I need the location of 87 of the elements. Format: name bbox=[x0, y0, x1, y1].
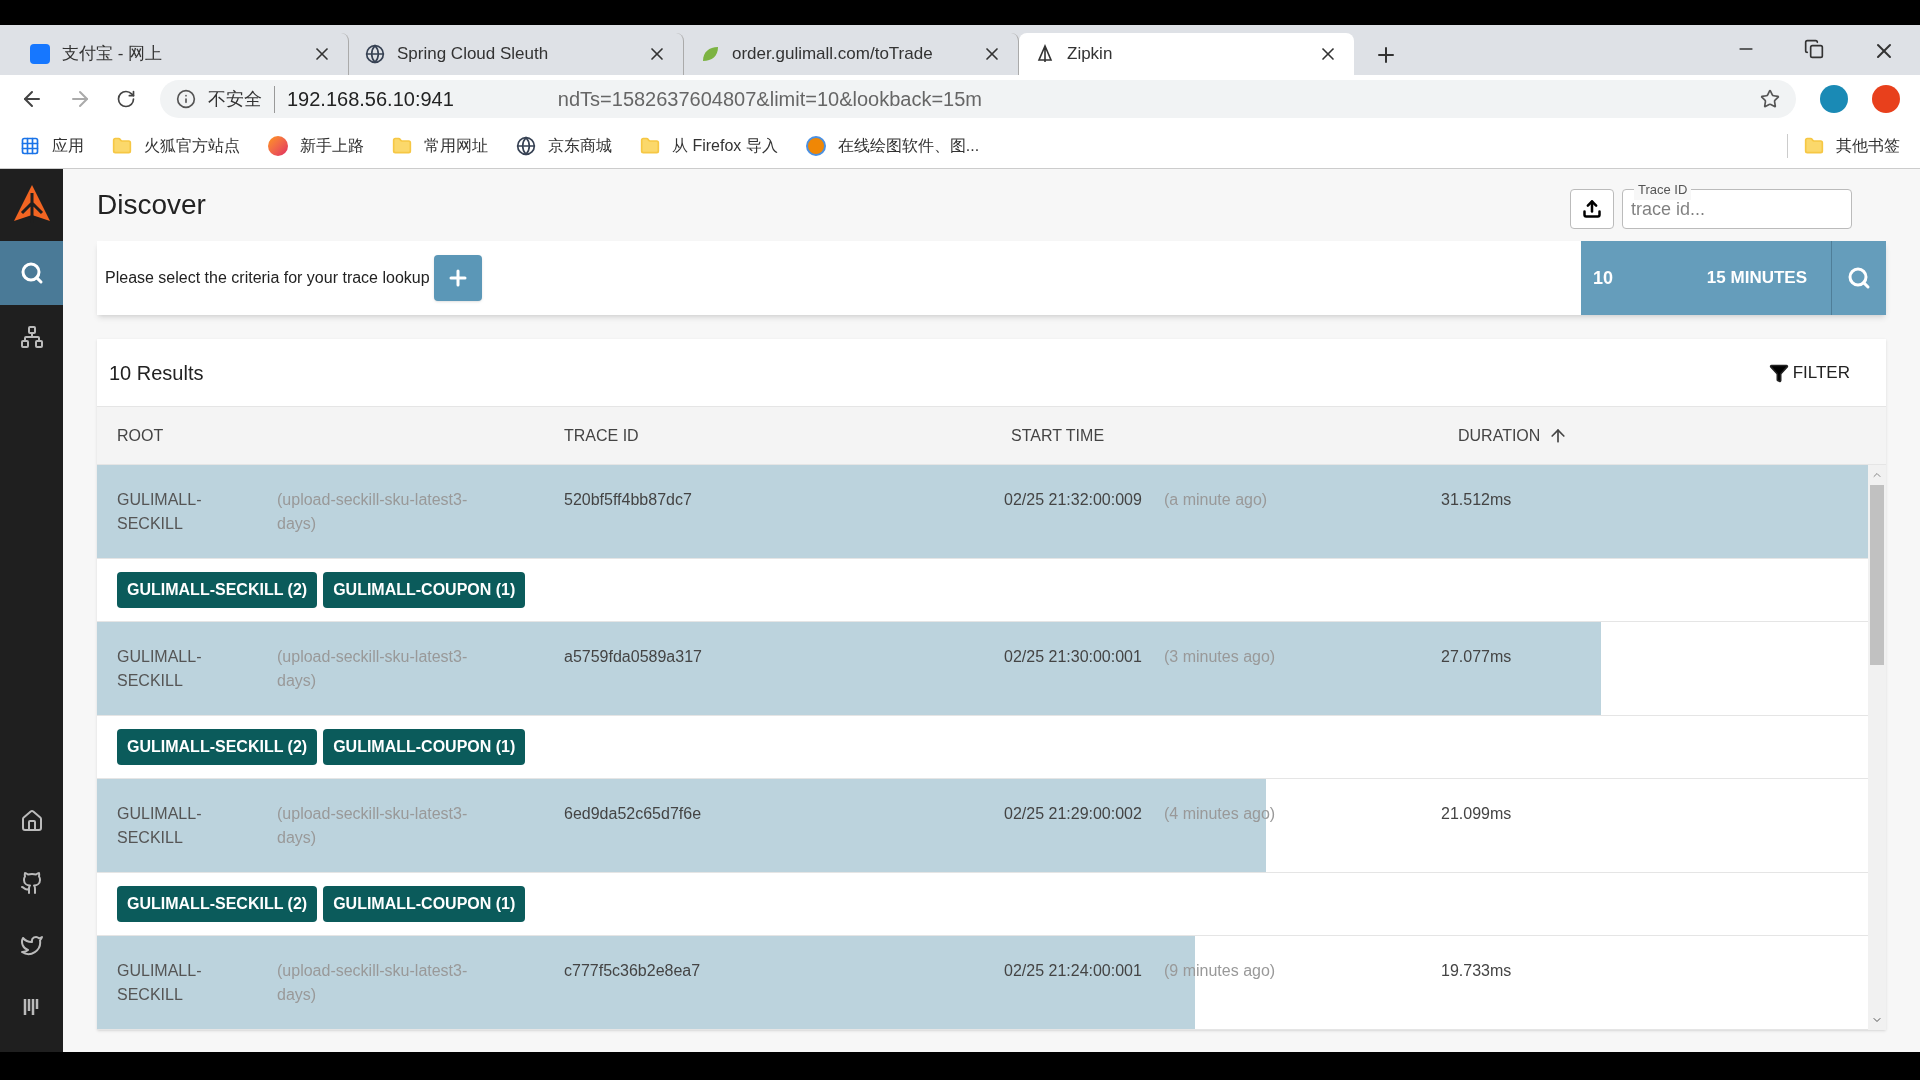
scroll-thumb[interactable] bbox=[1870, 485, 1884, 665]
duration-text: 21.099ms bbox=[1441, 803, 1513, 824]
duration-text: 27.077ms bbox=[1441, 646, 1513, 667]
service-tag[interactable]: GULIMALL-SECKILL (2) bbox=[117, 572, 318, 608]
folder-icon bbox=[1804, 135, 1824, 156]
page-title: Discover bbox=[97, 188, 206, 222]
other-bookmarks[interactable]: 其他书签 bbox=[1787, 133, 1900, 158]
browser-logo-icon bbox=[268, 135, 288, 156]
reload-icon[interactable] bbox=[116, 89, 136, 109]
span-name: (upload-seckill-sku-latest3-days) bbox=[277, 646, 469, 691]
twitter-icon bbox=[19, 933, 44, 957]
tab-title: Zipkin bbox=[1067, 43, 1114, 66]
criteria-text: Please select the criteria for your trace lookup bbox=[105, 268, 430, 288]
diagram-logo-icon bbox=[805, 135, 826, 156]
duration-text: 19.733ms bbox=[1441, 960, 1513, 981]
bookmark-star-icon[interactable] bbox=[1760, 89, 1780, 109]
service-tag[interactable]: GULIMALL-COUPON (1) bbox=[323, 886, 526, 922]
wallet-icon bbox=[30, 44, 50, 64]
bookmark-item[interactable]: 常用网址 bbox=[392, 133, 488, 158]
tab-title: Spring Cloud Sleuth bbox=[397, 43, 550, 66]
info-icon bbox=[176, 89, 196, 109]
url-text: 192.168.56.10:941 bbox=[287, 87, 454, 112]
bookmark-item[interactable]: 从 Firefox 导入 bbox=[640, 133, 778, 158]
extension-icon[interactable] bbox=[1872, 85, 1900, 113]
service-tag[interactable]: GULIMALL-COUPON (1) bbox=[323, 572, 526, 608]
home-icon bbox=[19, 809, 44, 833]
bookmark-item[interactable]: 应用 bbox=[20, 133, 84, 158]
browser-tab[interactable]: Zipkin bbox=[1019, 33, 1354, 75]
trace-id-text: 6ed9da52c65d7f6e bbox=[564, 803, 703, 824]
filter-button[interactable]: FILTER bbox=[1768, 359, 1850, 386]
service-name: GULIMALL-SECKILL bbox=[117, 646, 203, 691]
bookmark-item[interactable]: 京东商城 bbox=[516, 133, 612, 158]
trace-id-text: a5759fda0589a317 bbox=[564, 646, 703, 667]
upload-button[interactable] bbox=[1570, 189, 1614, 229]
duration-text: 31.512ms bbox=[1441, 489, 1513, 510]
column-header[interactable]: TRACE ID bbox=[564, 423, 639, 448]
trace-id-text: 520bf5ff4bb87dc7 bbox=[564, 489, 693, 510]
service-name: GULIMALL-SECKILL bbox=[117, 960, 203, 1005]
address-bar[interactable]: 不安全 192.168.56.10:941 ndTs=1582637604807&limit=10&lookback=15m bbox=[160, 80, 1796, 118]
span-name: (upload-seckill-sku-latest3-days) bbox=[277, 803, 469, 848]
dependencies-icon bbox=[19, 325, 44, 349]
results-count: 10 Results bbox=[109, 360, 204, 386]
span-name: (upload-seckill-sku-latest3-days) bbox=[277, 960, 469, 1005]
trace-row[interactable]: GULIMALL-SECKILL (upload-seckill-sku-latest3-days) a5759fda0589a317 02/25 21:30:00:001 (3 minutes ago) 27.077ms bbox=[97, 622, 1868, 716]
span-name: (upload-seckill-sku-latest3-days) bbox=[277, 489, 469, 534]
bookmark-item[interactable]: 在线绘图软件、图... bbox=[805, 133, 980, 158]
globe-icon bbox=[365, 44, 385, 64]
upload-icon bbox=[1582, 199, 1602, 219]
search-icon bbox=[19, 261, 44, 285]
folder-icon bbox=[640, 135, 660, 156]
folder-icon bbox=[392, 135, 412, 156]
tab-title: order.gulimall.com/toTrade bbox=[732, 43, 934, 66]
column-header[interactable]: ROOT bbox=[117, 423, 164, 448]
folder-icon bbox=[112, 135, 132, 156]
service-name: GULIMALL-SECKILL bbox=[117, 803, 203, 848]
add-criteria-button[interactable] bbox=[433, 255, 482, 301]
restore-icon[interactable] bbox=[1804, 39, 1824, 59]
github-icon bbox=[19, 871, 44, 895]
bookmark-item[interactable]: 火狐官方站点 bbox=[112, 133, 240, 158]
globe-icon bbox=[516, 135, 536, 156]
trace-id-text: c777f5c36b2e8ea7 bbox=[564, 960, 702, 981]
service-tag[interactable]: GULIMALL-COUPON (1) bbox=[323, 729, 526, 765]
service-name: GULIMALL-SECKILL bbox=[117, 489, 203, 534]
service-tag[interactable]: GULIMALL-SECKILL (2) bbox=[117, 729, 318, 765]
security-label: 不安全 bbox=[208, 85, 275, 113]
leaf-icon bbox=[700, 44, 720, 64]
scrollbar[interactable] bbox=[1868, 465, 1886, 1030]
apps-icon bbox=[20, 135, 40, 156]
pin-icon bbox=[1035, 44, 1055, 64]
start-time: 02/25 21:30:00:001 bbox=[1003, 646, 1143, 667]
search-button[interactable] bbox=[1831, 241, 1886, 315]
service-tag[interactable]: GULIMALL-SECKILL (2) bbox=[117, 886, 318, 922]
search-icon bbox=[1847, 266, 1871, 290]
start-time: 02/25 21:24:00:001 bbox=[1003, 960, 1143, 981]
start-time: 02/25 21:29:00:002 bbox=[1003, 803, 1143, 824]
column-header[interactable]: DURATION bbox=[1458, 423, 1541, 448]
tab-title: 支付宝 - 网上 bbox=[62, 43, 164, 66]
nav-item[interactable] bbox=[0, 241, 63, 305]
filter-icon bbox=[1768, 362, 1789, 383]
column-header[interactable]: START TIME bbox=[1011, 423, 1105, 448]
start-time: 02/25 21:32:00:009 bbox=[1003, 489, 1143, 510]
trace-row[interactable]: GULIMALL-SECKILL (upload-seckill-sku-latest3-days) 520bf5ff4bb87dc7 02/25 21:32:00:009 (a minute ago) 31.512ms bbox=[97, 465, 1868, 559]
url-text: ndTs=1582637604807&limit=10&lookback=15m bbox=[557, 87, 983, 112]
bookmark-item[interactable]: 新手上路 bbox=[268, 133, 364, 158]
relative-time: (a minute ago) bbox=[1164, 489, 1269, 510]
relative-time: (3 minutes ago) bbox=[1164, 646, 1277, 667]
extension-icon[interactable] bbox=[1820, 85, 1848, 113]
